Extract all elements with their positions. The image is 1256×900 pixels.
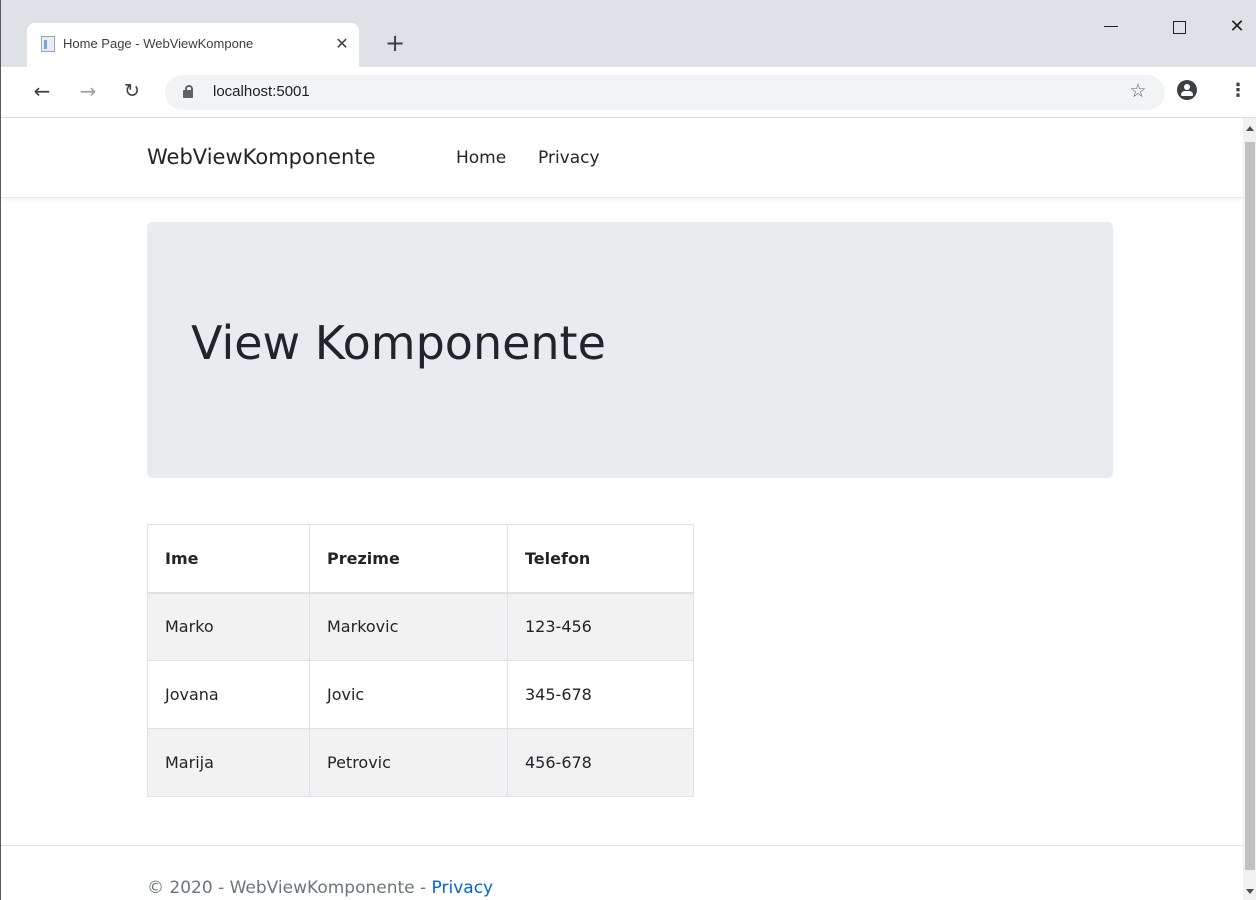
profile-avatar-icon[interactable] [1177,80,1197,100]
page-viewport: WebViewKomponente Home Privacy View Komp… [1,118,1243,900]
page-favicon-icon [41,36,55,52]
back-arrow-icon[interactable]: ← [30,79,54,103]
new-tab-button[interactable]: + [382,30,408,56]
footer-copyright: © 2020 - WebViewKomponente - [147,878,432,898]
maximize-icon [1173,21,1186,34]
minimize-icon [1104,26,1118,27]
scrollbar-thumb[interactable] [1245,142,1255,870]
site-navbar: WebViewKomponente Home Privacy [1,118,1243,198]
nav-link-privacy[interactable]: Privacy [538,148,600,168]
url-text[interactable]: localhost:5001 [213,83,310,100]
lock-icon [183,85,193,98]
vertical-scrollbar[interactable] [1243,118,1256,900]
footer-privacy-link[interactable]: Privacy [432,878,494,898]
forward-arrow-icon[interactable]: → [76,79,100,103]
hero-banner: View Komponente [147,222,1113,478]
table-cell: Jovic [309,660,508,729]
table-cell: 123-456 [507,592,694,661]
address-bar[interactable]: localhost:5001 [165,75,1165,110]
table-row: Jovana Jovic 345-678 [147,660,694,729]
table-cell: Petrovic [309,728,508,797]
navbar-brand[interactable]: WebViewKomponente [147,145,376,169]
window-close-icon: ✕ [1229,16,1245,37]
browser-toolbar: ← → ↻ localhost:5001 ☆ ⋮ [1,67,1256,118]
column-header-telefon: Telefon [507,524,694,594]
menu-kebab-icon[interactable]: ⋮ [1229,79,1247,103]
table-row: Marko Markovic 123-456 [147,592,694,661]
table-cell: Marko [147,592,310,661]
window-close-button[interactable]: ✕ [1217,12,1256,42]
scroll-down-arrow-icon[interactable] [1246,889,1254,894]
browser-window: Home Page - WebViewKompone ✕ + ✕ ← → ↻ l… [0,0,1256,900]
tab-strip: Home Page - WebViewKompone ✕ + ✕ [1,0,1256,67]
tab-title: Home Page - WebViewKompone [63,36,254,51]
page-footer: © 2020 - WebViewKomponente - Privacy [1,845,1243,900]
people-table: Ime Prezime Telefon Marko Markovic 123-4… [147,524,694,797]
nav-link-home[interactable]: Home [456,148,506,168]
bookmark-star-icon[interactable]: ☆ [1126,79,1150,103]
table-cell: 456-678 [507,728,694,797]
page-title: View Komponente [191,316,606,370]
table-cell: Jovana [147,660,310,729]
minimize-button[interactable] [1091,12,1131,42]
browser-tab[interactable]: Home Page - WebViewKompone ✕ [27,23,359,67]
column-header-prezime: Prezime [309,524,508,594]
footer-text: © 2020 - WebViewKomponente - Privacy [147,878,493,898]
tab-close-icon[interactable]: ✕ [330,32,354,56]
reload-icon[interactable]: ↻ [120,79,144,103]
table-header-row: Ime Prezime Telefon [147,524,694,594]
table-cell: Marija [147,728,310,797]
scroll-up-arrow-icon[interactable] [1246,126,1254,131]
maximize-button[interactable] [1159,12,1199,42]
table-row: Marija Petrovic 456-678 [147,728,694,797]
table-cell: 345-678 [507,660,694,729]
column-header-ime: Ime [147,524,310,594]
table-cell: Markovic [309,592,508,661]
